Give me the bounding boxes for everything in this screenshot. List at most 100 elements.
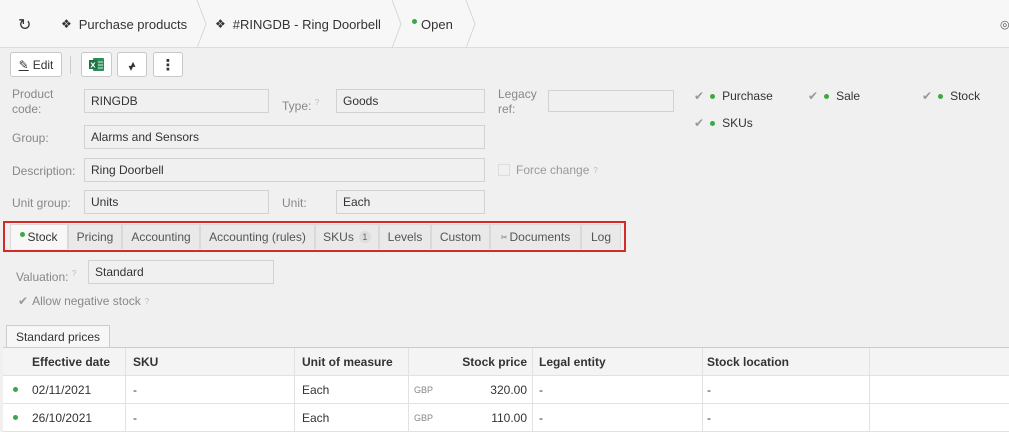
more-vertical-icon: ⋮	[160, 56, 176, 74]
status-dot	[13, 387, 18, 392]
allow-negative-stock-checkbox[interactable]: ✔ Allow negative stock ?	[18, 294, 149, 308]
stock-location-cell: -	[707, 383, 711, 397]
tab-custom[interactable]: Custom	[431, 224, 490, 249]
breadcrumb-item-purchase-products[interactable]: ❖ Purchase products	[61, 0, 187, 48]
cubes-icon: ❖	[61, 17, 72, 31]
check-icon: ✔	[922, 89, 933, 103]
valuation-field[interactable]	[88, 260, 274, 284]
product-code-label: Product code:	[12, 87, 54, 116]
column-header-sku[interactable]: SKU	[133, 348, 158, 376]
sale-label: Sale	[836, 89, 861, 103]
column-header-effective-date[interactable]: Effective date	[32, 348, 110, 376]
status-dot	[710, 93, 716, 99]
purchase-label: Purchase	[722, 89, 773, 103]
tab-accounting-rules[interactable]: Accounting (rules)	[200, 224, 315, 249]
stock-location-cell: -	[707, 411, 711, 425]
tab-label: Custom	[439, 230, 482, 244]
subtab-label: Standard prices	[15, 329, 101, 344]
export-excel-button[interactable]: X	[81, 52, 112, 77]
product-code-field[interactable]	[84, 89, 269, 113]
svg-text:X: X	[90, 62, 96, 70]
status-dot	[412, 18, 417, 24]
table-row[interactable]: 02/11/2021 - Each GBP 320.00 - -	[3, 376, 1009, 404]
sort-down-icon: ▾	[128, 63, 134, 74]
tab-label: Accounting (rules)	[209, 230, 306, 244]
checkbox-box	[498, 164, 510, 176]
type-field[interactable]	[336, 89, 485, 113]
sale-flag[interactable]: ✔ Sale	[808, 89, 860, 103]
group-label: Group:	[12, 131, 49, 145]
pencil-icon: ✎	[18, 57, 29, 72]
edit-button[interactable]: ✎ Edit	[10, 52, 62, 77]
settings-icon[interactable]: ◎	[1000, 18, 1009, 31]
tab-levels[interactable]: Levels	[379, 224, 431, 249]
status-dot	[13, 415, 18, 420]
allow-negative-stock-label: Allow negative stock	[32, 294, 141, 308]
unit-group-field[interactable]	[84, 190, 269, 214]
toolbar: ✎ Edit X ▴ ▾ ⋮	[0, 48, 1009, 82]
tab-label: Pricing	[76, 230, 114, 244]
unit-field[interactable]	[336, 190, 485, 214]
help-icon: ?	[314, 98, 320, 107]
stock-price-cell: 320.00	[490, 383, 527, 397]
check-icon: ✔	[694, 116, 705, 130]
sort-button[interactable]: ▴ ▾	[117, 52, 147, 77]
tab-stock[interactable]: Stock	[10, 224, 68, 249]
tab-label: Log	[590, 230, 612, 244]
column-header-unit-of-measure[interactable]: Unit of measure	[302, 348, 393, 376]
legacy-ref-field[interactable]	[548, 90, 674, 112]
breadcrumb-separator	[391, 0, 402, 48]
breadcrumb-separator	[465, 0, 476, 48]
stock-label: Stock	[950, 89, 981, 103]
legal-entity-cell: -	[539, 383, 543, 397]
help-icon: ?	[144, 296, 150, 306]
refresh-icon[interactable]: ↻	[18, 15, 31, 35]
group-field[interactable]	[84, 125, 485, 149]
excel-icon: X	[89, 58, 104, 71]
paperclip-icon: ✂	[500, 232, 508, 242]
breadcrumb-label: #RINGDB - Ring Doorbell	[232, 16, 381, 32]
breadcrumb: ↻ ❖ Purchase products ❖ #RINGDB - Ring D…	[0, 0, 1009, 48]
type-label: Type: ?	[282, 98, 320, 113]
uom-cell: Each	[302, 383, 330, 397]
cubes-icon: ❖	[215, 17, 226, 31]
toolbar-divider	[70, 56, 71, 74]
status-dot	[938, 93, 944, 99]
status-dot	[824, 93, 830, 99]
sku-cell: -	[133, 383, 137, 397]
stock-price-cell: 110.00	[491, 411, 527, 425]
breadcrumb-item-product[interactable]: ❖ #RINGDB - Ring Doorbell	[215, 0, 381, 48]
tab-pricing[interactable]: Pricing	[68, 224, 122, 249]
column-header-stock-price[interactable]: Stock price	[408, 348, 527, 376]
legacy-ref-label: Legacy ref:	[498, 87, 537, 116]
tab-skus[interactable]: SKUs 1	[315, 224, 379, 249]
tab-documents[interactable]: ✂ Documents	[490, 224, 581, 249]
purchase-flag[interactable]: ✔ Purchase	[694, 89, 773, 103]
tab-label: Stock	[27, 230, 58, 244]
grid-header-row: Effective date SKU Unit of measure Stock…	[3, 348, 1009, 376]
force-change-checkbox[interactable]: Force change ?	[498, 163, 598, 177]
description-field[interactable]	[84, 158, 485, 182]
standard-prices-grid: Effective date SKU Unit of measure Stock…	[3, 347, 1009, 432]
tab-standard-prices[interactable]: Standard prices	[6, 325, 110, 347]
tab-accounting[interactable]: Accounting	[122, 224, 200, 249]
valuation-label: Valuation: ?	[16, 269, 77, 284]
sku-cell: -	[133, 411, 137, 425]
force-change-label: Force change	[516, 163, 590, 177]
table-row[interactable]: 26/10/2021 - Each GBP 110.00 - -	[3, 404, 1009, 432]
help-icon: ?	[593, 165, 598, 175]
more-options-button[interactable]: ⋮	[153, 52, 183, 77]
status-open[interactable]: Open	[412, 0, 453, 48]
tab-label: Documents	[509, 230, 571, 244]
breadcrumb-separator	[196, 0, 207, 48]
description-label: Description:	[12, 164, 76, 178]
effective-date-cell: 26/10/2021	[32, 411, 93, 425]
unit-label: Unit:	[282, 196, 307, 210]
column-header-stock-location[interactable]: Stock location	[707, 348, 789, 376]
stock-flag[interactable]: ✔ Stock	[922, 89, 980, 103]
tab-log[interactable]: Log	[581, 224, 621, 249]
count-badge: 1	[358, 231, 371, 243]
column-header-legal-entity[interactable]: Legal entity	[539, 348, 606, 376]
skus-flag[interactable]: ✔ SKUs	[694, 116, 753, 130]
status-dot	[20, 231, 26, 237]
